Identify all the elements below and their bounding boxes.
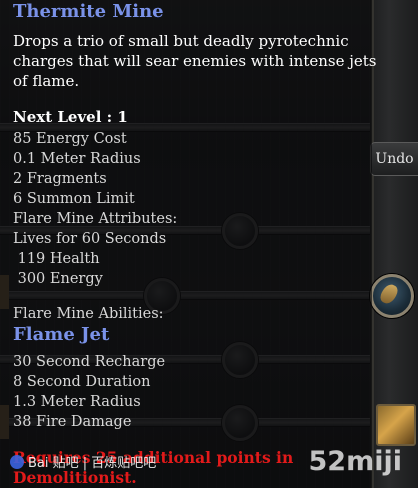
thermite-mine-skill-icon[interactable] xyxy=(370,274,414,318)
pet-attribute-line: Lives for 60 Seconds xyxy=(13,231,167,247)
stat-line: 0.1 Meter Radius xyxy=(13,151,141,167)
ability-name: Flame Jet xyxy=(13,324,110,345)
ability-stat-line: 8 Second Duration xyxy=(13,374,151,390)
description-line: of flame. xyxy=(13,72,80,90)
stat-line: 2 Fragments xyxy=(13,171,107,187)
watermark-left-text: Bai 贴吧 | 百炼贴吧吧 xyxy=(28,456,157,471)
skill-title: Thermite Mine xyxy=(13,1,164,22)
description-line: charges that will sear enemies with inte… xyxy=(13,52,377,70)
next-level-label: Next Level : 1 xyxy=(13,108,128,126)
skill-tooltip: Thermite Mine Drops a trio of small but … xyxy=(0,0,377,488)
baidu-paw-icon xyxy=(10,454,24,469)
ability-stat-line: 38 Fire Damage xyxy=(13,414,132,430)
watermark-left: Bai 贴吧 | 百炼贴吧吧 xyxy=(10,452,156,471)
pet-attributes-header: Flare Mine Attributes: xyxy=(13,211,178,227)
stat-line: 6 Summon Limit xyxy=(13,191,135,207)
description-line: Drops a trio of small but deadly pyrotec… xyxy=(13,32,349,50)
requirement-line: Demolitionist. xyxy=(13,468,137,487)
watermark-right: 52miji xyxy=(308,446,402,477)
stat-line: 85 Energy Cost xyxy=(13,131,127,147)
undo-button[interactable]: Undo xyxy=(370,142,418,176)
skill-square-icon[interactable] xyxy=(376,404,416,446)
pet-abilities-header: Flare Mine Abilities: xyxy=(13,306,164,322)
pet-attribute-line: 119 Health xyxy=(13,251,100,267)
ability-stat-line: 30 Second Recharge xyxy=(13,354,166,370)
pet-attribute-line: 300 Energy xyxy=(13,271,103,287)
ability-stat-line: 1.3 Meter Radius xyxy=(13,394,141,410)
